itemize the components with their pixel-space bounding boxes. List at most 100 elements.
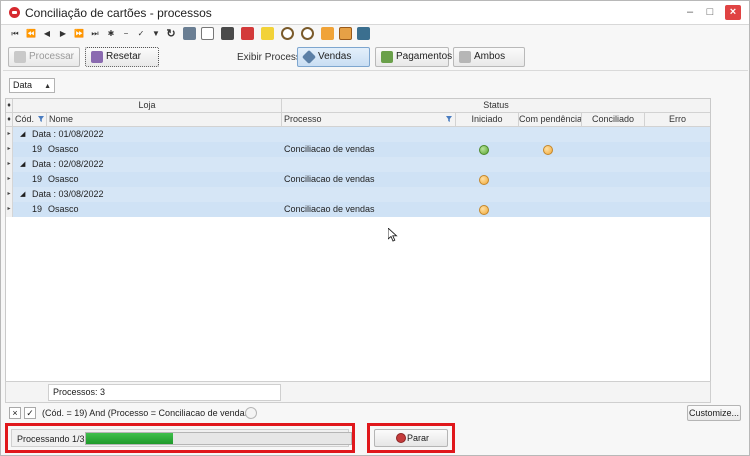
status-pendencias-indicator [543, 145, 553, 155]
note-icon[interactable] [261, 27, 274, 40]
table-row[interactable]: ▸ 19 Osasco Conciliacao de vendas [6, 142, 710, 157]
pagamentos-label: Pagamentos [396, 51, 453, 62]
last-icon[interactable]: ⏭ [89, 28, 101, 40]
first-icon[interactable]: ⏮ [9, 28, 21, 40]
column-iniciado[interactable]: Iniciado [456, 113, 519, 127]
money-icon [381, 51, 393, 63]
grid-column-header: ♦ Cód. Nome Processo Iniciado Com pendên… [6, 113, 710, 127]
ambos-label: Ambos [474, 51, 506, 62]
zoom-in-icon[interactable] [281, 27, 294, 40]
row-indicator: ▸ [6, 142, 13, 157]
customize-button[interactable]: Customize... [687, 405, 741, 421]
title-bar: Conciliação de cartões - processos – □ × [1, 1, 749, 25]
cell-processo: Conciliacao de vendas [284, 174, 375, 184]
column-nome[interactable]: Nome [47, 113, 282, 127]
parar-button[interactable]: Parar [374, 429, 448, 447]
progress-fill [86, 433, 174, 444]
prev-page-icon[interactable]: ⏪ [25, 28, 37, 40]
print-icon[interactable] [221, 27, 234, 40]
column-processo[interactable]: Processo [282, 113, 456, 127]
table-row[interactable]: ▸ 19 Osasco Conciliacao de vendas [6, 172, 710, 187]
resetar-button[interactable]: Resetar [85, 47, 159, 67]
both-icon [459, 51, 471, 63]
group-label: Data : 01/08/2022 [32, 129, 104, 139]
delete-icon[interactable]: − [120, 28, 132, 40]
group-row[interactable]: ▸ ◢ Data : 03/08/2022 [6, 187, 710, 202]
filter-expression[interactable]: (Cód. = 19) And (Processo = Conciliacao … [42, 408, 252, 418]
column-cod[interactable]: Cód. [13, 113, 47, 127]
column-filter-icon[interactable] [446, 116, 452, 122]
window-title: Conciliação de cartões - processos [25, 6, 212, 20]
preview-icon[interactable] [201, 27, 214, 40]
band-status[interactable]: Status [282, 99, 710, 113]
tag-icon [301, 49, 317, 65]
refresh-icon[interactable]: ↻ [165, 28, 177, 40]
vendas-label: Vendas [318, 51, 352, 62]
grid-footer: Processos: 3 [5, 381, 711, 403]
row-indicator: ▸ [6, 187, 13, 202]
column-indicator-icon: ♦ [6, 113, 13, 127]
report-icon[interactable] [339, 27, 352, 40]
cell-cod: 19 [32, 174, 43, 184]
status-iniciado-indicator [479, 175, 489, 185]
minimize-icon[interactable]: – [682, 5, 698, 20]
processing-label: Processando 1/3 [17, 434, 85, 444]
export-icon[interactable] [183, 27, 196, 40]
print-setup-icon[interactable] [241, 27, 254, 40]
play-icon [14, 51, 26, 63]
close-icon[interactable]: × [725, 5, 741, 20]
row-indicator: ▸ [6, 157, 13, 172]
band-loja[interactable]: Loja [13, 99, 282, 113]
insert-icon[interactable]: ✱ [105, 28, 117, 40]
processar-button[interactable]: Processar [8, 47, 80, 67]
clear-filter-icon[interactable]: × [9, 407, 21, 419]
cell-nome: Osasco [48, 144, 79, 154]
group-by-label: Data [13, 80, 33, 90]
column-filter-icon[interactable] [38, 116, 44, 122]
process-actions-bar: Processar Resetar Exibir Processo: Venda… [3, 45, 748, 71]
status-iniciado-indicator [479, 205, 489, 215]
parar-label: Parar [407, 433, 430, 443]
group-row[interactable]: ▸ ◢ Data : 02/08/2022 [6, 157, 710, 172]
processar-label: Processar [29, 51, 75, 62]
prev-icon[interactable]: ◀ [41, 28, 53, 40]
band-indicator-icon: ♦ [6, 99, 13, 113]
app-window: Conciliação de cartões - processos – □ ×… [0, 0, 750, 456]
stop-highlight: Parar [367, 423, 455, 453]
next-icon[interactable]: ▶ [57, 28, 69, 40]
save-icon[interactable] [357, 27, 370, 40]
maximize-icon[interactable]: □ [702, 5, 718, 20]
confirm-icon[interactable]: ✓ [135, 28, 147, 40]
pagamentos-button[interactable]: Pagamentos [375, 47, 453, 67]
status-iniciado-indicator [479, 145, 489, 155]
mouse-cursor-icon [388, 228, 398, 242]
collapse-icon[interactable]: ◢ [20, 190, 25, 198]
group-label: Data : 02/08/2022 [32, 159, 104, 169]
group-by-data-chip[interactable]: Data ▲ [9, 78, 55, 93]
app-logo-icon [9, 7, 20, 18]
filter-active-checkbox[interactable]: ✓ [24, 407, 36, 419]
row-indicator: ▸ [6, 202, 13, 217]
group-row[interactable]: ▸ ◢ Data : 01/08/2022 [6, 127, 710, 142]
resetar-label: Resetar [106, 51, 142, 62]
column-conciliado[interactable]: Conciliado [582, 113, 645, 127]
next-page-icon[interactable]: ⏩ [73, 28, 85, 40]
status-panel: Processando 1/3 [11, 429, 352, 447]
column-com-pendencias[interactable]: Com pendências [519, 113, 582, 127]
cell-cod: 19 [32, 204, 43, 214]
vendas-button[interactable]: Vendas [297, 47, 370, 67]
collapse-icon[interactable]: ◢ [20, 160, 25, 168]
filter-history-icon[interactable] [245, 407, 257, 419]
column-erro[interactable]: Erro [645, 113, 710, 127]
zoom-out-icon[interactable] [301, 27, 314, 40]
cell-processo: Conciliacao de vendas [284, 204, 375, 214]
filter-icon[interactable]: ▼ [150, 28, 162, 40]
collapse-icon[interactable]: ◢ [20, 130, 25, 138]
calendar-icon[interactable] [321, 27, 334, 40]
table-row[interactable]: ▸ 19 Osasco Conciliacao de vendas [6, 202, 710, 217]
group-label: Data : 03/08/2022 [32, 189, 104, 199]
cell-processo: Conciliacao de vendas [284, 144, 375, 154]
sort-asc-icon: ▲ [44, 83, 51, 90]
ambos-button[interactable]: Ambos [453, 47, 525, 67]
reset-icon [91, 51, 103, 63]
